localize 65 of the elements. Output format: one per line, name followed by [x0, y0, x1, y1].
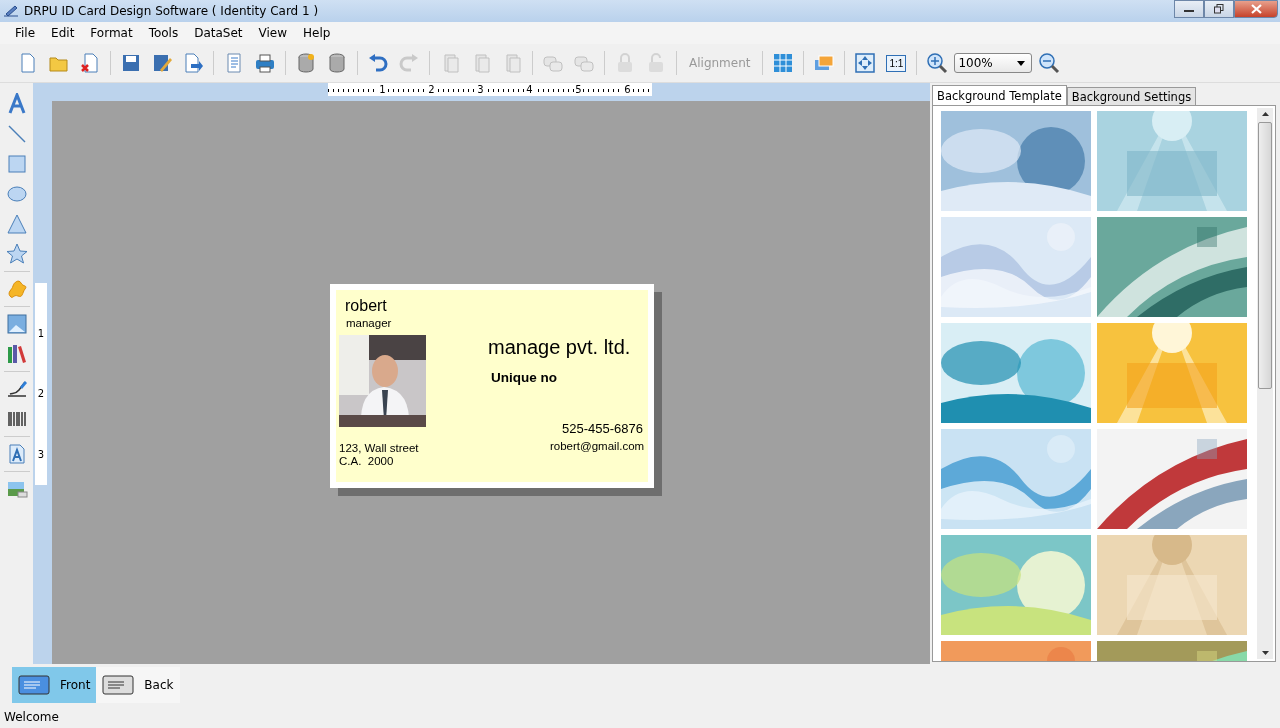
card-side-button[interactable]: Back	[96, 667, 180, 703]
card-side-button[interactable]: Front	[12, 667, 97, 703]
panel-tab[interactable]: Background Template	[932, 85, 1067, 105]
rectangle-tool-icon[interactable]	[5, 153, 28, 175]
menu-item[interactable]: File	[7, 24, 44, 42]
database-icon	[326, 52, 348, 74]
name-text[interactable]: robert	[345, 297, 387, 315]
status-text: Welcome	[3, 709, 60, 726]
menu-item[interactable]: Format	[82, 24, 141, 42]
export-icon	[182, 52, 204, 74]
phone-text[interactable]: 525-455-6876	[562, 421, 643, 436]
unique-number-text[interactable]: Unique no	[491, 370, 557, 385]
pencil-icon	[151, 52, 173, 74]
caret-icon	[1017, 60, 1026, 66]
scrollbar[interactable]	[1257, 108, 1273, 659]
scroll-thumb[interactable]	[1258, 122, 1272, 389]
email-text[interactable]: robert@gmail.com	[550, 440, 645, 452]
minimize-button[interactable]	[1174, 0, 1204, 18]
ruler-label: 2	[427, 83, 436, 96]
scroll-down-icon	[1261, 651, 1269, 655]
ruler-label: 6	[623, 83, 632, 96]
restore-button[interactable]	[1204, 0, 1234, 18]
grid-icon	[772, 52, 795, 74]
designation-text[interactable]: manager	[346, 317, 392, 329]
ruler-label: 5	[574, 83, 583, 96]
panel-tab[interactable]: Background Settings	[1066, 87, 1197, 105]
address-text[interactable]: C.A. 2000	[339, 455, 419, 468]
close-file-icon	[79, 52, 101, 74]
menu-item[interactable]: Edit	[43, 24, 83, 42]
menu-item[interactable]: Help	[295, 24, 339, 42]
actual-size-button[interactable]: 1:1	[886, 54, 907, 72]
triangle-tool-icon[interactable]	[5, 213, 28, 235]
library-tool-icon[interactable]	[5, 343, 28, 365]
zoom-out-icon	[1038, 52, 1061, 74]
zoom-in-icon	[926, 52, 949, 74]
fit-to-page-icon	[854, 52, 877, 74]
ruler-label: 4	[525, 83, 534, 96]
menu-item[interactable]: Tools	[140, 24, 187, 42]
ruler-label: 1	[378, 83, 387, 96]
zoom-value: 100%	[958, 56, 993, 70]
ruler-label: 2	[36, 388, 46, 400]
company-text[interactable]: manage pvt. ltd.	[488, 336, 631, 359]
database-icon	[295, 52, 317, 74]
line-tool-icon[interactable]	[5, 123, 28, 145]
restore-icon	[1214, 4, 1224, 14]
ruler-label: 3	[36, 449, 46, 461]
menu-item[interactable]: DataSet	[186, 24, 251, 42]
zoom-combo[interactable]: 100%	[954, 53, 1033, 73]
app-logo-icon	[3, 4, 19, 18]
picture-tool-icon[interactable]	[5, 313, 28, 335]
save-icon	[120, 52, 142, 74]
redo-icon	[398, 52, 420, 74]
signature-tool-icon[interactable]	[5, 378, 28, 400]
print-icon	[254, 52, 276, 74]
menu-item[interactable]: View	[250, 24, 296, 42]
close-button[interactable]	[1234, 0, 1278, 18]
close-icon	[1250, 4, 1262, 14]
window-title: DRPU ID Card Design Software ( Identity Card 1 )	[24, 4, 320, 18]
undo-icon	[367, 52, 389, 74]
ruler-label: 3	[476, 83, 485, 96]
ruler-label: 1	[36, 327, 46, 339]
address-text[interactable]: 123, Wall street	[339, 442, 419, 455]
ellipse-tool-icon[interactable]	[5, 183, 28, 205]
star-tool-icon[interactable]	[5, 243, 28, 265]
scroll-up-icon	[1261, 112, 1269, 116]
